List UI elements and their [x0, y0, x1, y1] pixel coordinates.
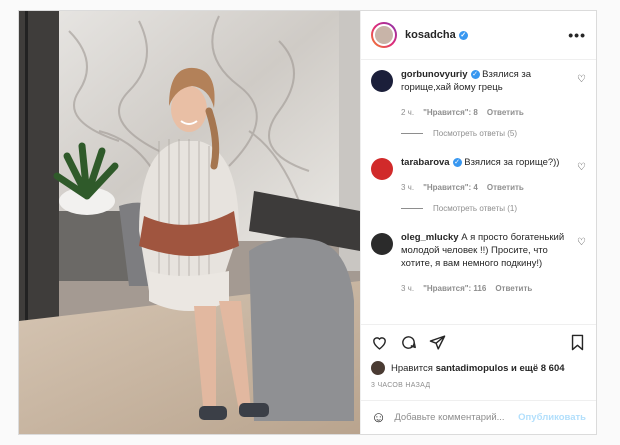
commenter-username[interactable]: oleg_mlucky [401, 232, 459, 243]
commenter-avatar[interactable] [371, 158, 393, 180]
verified-icon: ✓ [470, 69, 480, 79]
commenter-username[interactable]: gorbunovyuriy [401, 69, 468, 80]
view-replies-button[interactable]: Посмотреть ответы (5) [401, 129, 586, 138]
comment-input[interactable] [394, 412, 519, 423]
comment-icon[interactable] [400, 334, 417, 351]
liker-username[interactable]: santadimopulos [436, 363, 509, 374]
comment-likes[interactable]: "Нравится": 4 [423, 181, 478, 194]
post-photo-illustration [19, 11, 360, 434]
share-icon[interactable] [429, 334, 446, 351]
reply-button[interactable]: Ответить [495, 282, 532, 295]
author-username[interactable]: kosadcha ✓ [405, 29, 468, 41]
comment-likes[interactable]: "Нравится": 8 [423, 106, 478, 119]
comments-list: gorbunovyuriy ✓ Взялися за горище,хай йом… [361, 60, 596, 324]
comment-meta: 3 ч. "Нравится": 4 Ответить [401, 181, 572, 194]
verified-icon: ✓ [458, 30, 468, 40]
likes-count[interactable]: и ещё 8 604 [511, 363, 564, 374]
commenter-username[interactable]: tarabarova [401, 157, 450, 168]
comment-item: tarabarova ✓ Взялися за горище?)) 3 ч. "Н… [371, 156, 586, 194]
comment-meta: 3 ч. "Нравится": 116 Ответить [401, 282, 572, 295]
smile-icon[interactable]: ☺ [371, 409, 386, 426]
comment-heart-icon[interactable]: ♡ [577, 237, 586, 248]
post-header: kosadcha ✓ ••• [361, 11, 596, 60]
instagram-post: kosadcha ✓ ••• gorbunovyuriy ✓ Взялися за … [18, 10, 597, 435]
post-photo[interactable] [19, 11, 360, 434]
commenter-avatar[interactable] [371, 233, 393, 255]
comment-item: gorbunovyuriy ✓ Взялися за горище,хай йом… [371, 68, 586, 119]
view-replies-button[interactable]: Посмотреть ответы (1) [401, 204, 586, 213]
post-time[interactable]: 3 ЧАСОВ НАЗАД [361, 376, 596, 400]
post-actions [361, 324, 596, 360]
reply-button[interactable]: Ответить [487, 106, 524, 119]
liker-avatar[interactable] [371, 361, 385, 375]
publish-button[interactable]: Опубликовать [518, 412, 586, 423]
likes-summary: Нравится santadimopulos и ещё 8 604 [361, 360, 596, 376]
heart-icon[interactable] [371, 334, 388, 351]
comment-meta: 2 ч. "Нравится": 8 Ответить [401, 106, 572, 119]
post-panel: kosadcha ✓ ••• gorbunovyuriy ✓ Взялися за … [360, 11, 596, 434]
commenter-avatar[interactable] [371, 70, 393, 92]
comment-likes[interactable]: "Нравится": 116 [423, 282, 486, 295]
verified-icon: ✓ [452, 157, 462, 167]
comment-time[interactable]: 3 ч. [401, 181, 414, 194]
comment-text: Взялися за горище?)) [464, 157, 560, 168]
likes-prefix: Нравится [391, 362, 433, 374]
author-avatar[interactable] [373, 24, 395, 46]
author-avatar-ring[interactable] [371, 22, 397, 48]
bookmark-icon[interactable] [569, 334, 586, 351]
comment-heart-icon[interactable]: ♡ [577, 162, 586, 173]
more-icon[interactable]: ••• [568, 27, 586, 43]
comment-item: oleg_mlucky А я просто богатенький молод… [371, 231, 586, 295]
add-comment-bar: ☺ Опубликовать [361, 400, 596, 434]
comment-time[interactable]: 2 ч. [401, 106, 414, 119]
comment-heart-icon[interactable]: ♡ [577, 74, 586, 85]
reply-button[interactable]: Ответить [487, 181, 524, 194]
comment-time[interactable]: 3 ч. [401, 282, 414, 295]
